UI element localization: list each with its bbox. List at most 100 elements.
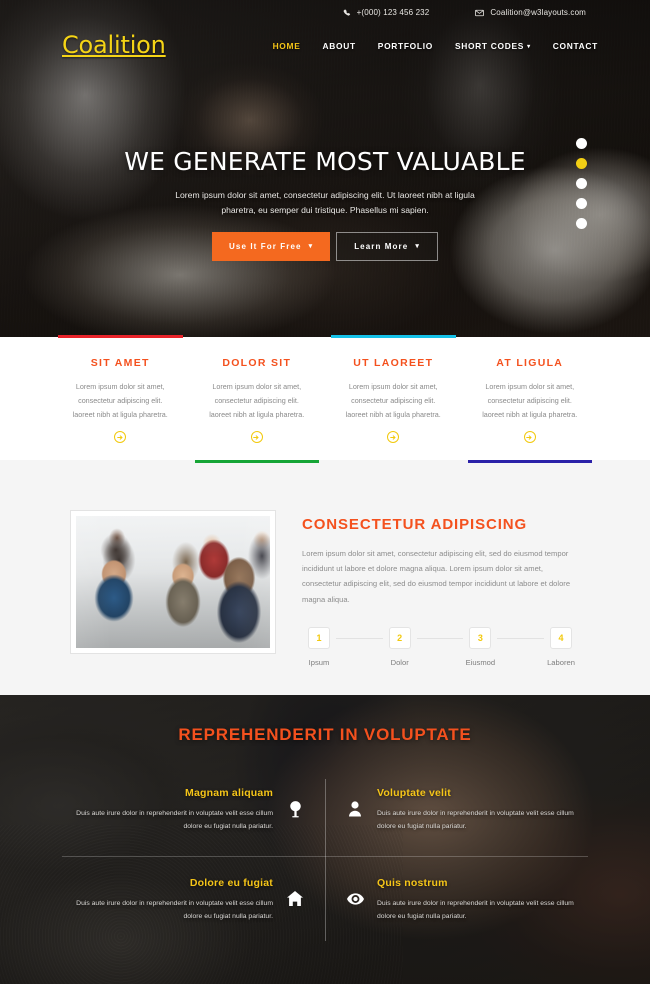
step-item-3: 3 Eiusmod — [463, 626, 497, 667]
nav-item-short-codes[interactable]: SHORT CODES ▾ — [455, 41, 531, 51]
feature-text-block-3: Dolore eu fugiat Duis aute irure dolor i… — [62, 877, 273, 924]
contact-email[interactable]: Coalition@w3layouts.com — [475, 8, 586, 17]
arrow-right-circle-icon[interactable] — [250, 431, 263, 444]
feature-heading-3: Dolore eu fugiat — [189, 876, 273, 889]
slider-dot-1[interactable] — [576, 138, 587, 149]
feature-paragraph-3: Duis aute irure dolor in reprehenderit i… — [76, 899, 273, 920]
feature-item-4: Quis nostrum Duis aute irure dolor in re… — [325, 855, 588, 946]
feature-heading-2: Voluptate velit — [377, 787, 451, 799]
contact-phone-text: +(000) 123 456 232 — [356, 8, 430, 17]
about-title: CONSECTETUR ADIPISCING — [302, 516, 528, 533]
landing-page: +(000) 123 456 232 Coalition@w3layouts.c… — [0, 0, 650, 984]
step-label-2: Dolor — [390, 657, 409, 667]
contact-phone[interactable]: +(000) 123 456 232 — [343, 8, 430, 17]
service-text-1: Lorem ipsum dolor sit amet, consectetur … — [72, 382, 168, 420]
arrow-right-circle-icon[interactable] — [523, 431, 536, 444]
nav-item-contact[interactable]: CONTACT — [553, 41, 598, 51]
service-text-2: Lorem ipsum dolor sit amet, consectetur … — [209, 382, 305, 420]
step-label-1: Ipsum — [308, 657, 330, 667]
slider-dot-2[interactable] — [576, 158, 587, 169]
step-number-2[interactable]: 2 — [388, 626, 411, 649]
service-title-1: SIT AMET — [90, 357, 150, 369]
contact-email-text: Coalition@w3layouts.com — [490, 8, 586, 17]
features-section: REPREHENDERIT IN VOLUPTATE Magnam aliqua… — [0, 695, 650, 984]
step-item-2: 2 Dolor — [383, 626, 417, 667]
feature-text-block-2: Voluptate velit Duis aute irure dolor in… — [377, 787, 588, 834]
service-text-4: Lorem ipsum dolor sit amet, consectetur … — [482, 382, 578, 420]
home-icon — [285, 887, 305, 911]
step-connector-2 — [416, 637, 464, 639]
service-text-3: Lorem ipsum dolor sit amet, consectetur … — [345, 382, 441, 420]
service-accent-bar-1 — [58, 335, 183, 338]
steps-list: 1 Ipsum 2 Dolor 3 Eiusmod 4 Laboren — [302, 626, 584, 667]
service-title-2: DOLOR SIT — [222, 357, 292, 369]
envelope-icon — [475, 9, 485, 17]
feature-paragraph-4: Duis aute irure dolor in reprehenderit i… — [377, 899, 574, 920]
step-label-3: Eiusmod — [465, 657, 496, 667]
chevron-down-icon: ▾ — [527, 44, 531, 51]
feature-paragraph-1: Duis aute irure dolor in reprehenderit i… — [76, 810, 273, 831]
feature-heading-1: Magnam aliquam — [185, 787, 273, 799]
step-item-1: 1 Ipsum — [302, 626, 336, 667]
chevron-down-icon: ▾ — [308, 243, 314, 251]
features-title: REPREHENDERIT IN VOLUPTATE — [178, 725, 472, 744]
nav-item-home[interactable]: HOME — [273, 41, 301, 51]
slider-dot-4[interactable] — [576, 198, 587, 209]
feature-paragraph-2: Duis aute irure dolor in reprehenderit i… — [377, 810, 574, 831]
service-card-4: AT LIGULA Lorem ipsum dolor sit amet, co… — [462, 337, 599, 463]
nav-links: HOME ABOUT PORTFOLIO SHORT CODES ▾ CONTAC… — [273, 41, 598, 51]
service-card-1: SIT AMET Lorem ipsum dolor sit amet, con… — [52, 335, 189, 460]
feature-heading-4: Quis nostrum — [377, 876, 448, 889]
service-card-2: DOLOR SIT Lorem ipsum dolor sit amet, co… — [189, 337, 326, 463]
hero-subtitle: Lorem ipsum dolor sit amet, consectetur … — [175, 189, 475, 215]
features-vertical-divider — [325, 779, 326, 941]
step-number-4[interactable]: 4 — [550, 626, 573, 649]
hero-title: WE GENERATE MOST VALUABLE — [124, 147, 526, 176]
main-navigation: Coalition HOME ABOUT PORTFOLIO SHORT COD… — [0, 28, 650, 70]
nav-item-portfolio[interactable]: PORTFOLIO — [378, 41, 433, 51]
service-accent-bar-4 — [467, 460, 592, 463]
services-section: SIT AMET Lorem ipsum dolor sit amet, con… — [0, 335, 650, 463]
eye-icon — [345, 887, 365, 911]
nav-item-short-codes-label: SHORT CODES — [454, 41, 525, 51]
about-image-frame — [70, 510, 276, 654]
slider-dot-3[interactable] — [576, 178, 587, 189]
about-image — [76, 516, 270, 648]
top-contact-bar: +(000) 123 456 232 Coalition@w3layouts.c… — [0, 0, 650, 25]
use-it-for-free-button[interactable]: Use It For Free ▾ — [212, 231, 331, 261]
service-title-3: UT LAOREET — [353, 357, 434, 369]
tree-icon — [285, 797, 305, 821]
service-title-4: AT LIGULA — [496, 357, 564, 369]
about-body: CONSECTETUR ADIPISCING Lorem ipsum dolor… — [302, 510, 584, 667]
hero-section: +(000) 123 456 232 Coalition@w3layouts.c… — [0, 0, 650, 337]
hero-content: WE GENERATE MOST VALUABLE Lorem ipsum do… — [0, 148, 650, 261]
step-connector-3 — [497, 637, 545, 639]
feature-item-3: Dolore eu fugiat Duis aute irure dolor i… — [62, 855, 325, 946]
phone-icon — [343, 8, 351, 17]
feature-text-block-4: Quis nostrum Duis aute irure dolor in re… — [377, 877, 588, 924]
learn-more-button[interactable]: Learn More ▾ — [336, 231, 438, 261]
feature-item-2: Voluptate velit Duis aute irure dolor in… — [325, 775, 588, 856]
service-accent-bar-3 — [331, 335, 456, 338]
site-logo[interactable]: Coalition — [62, 31, 166, 59]
use-it-for-free-label: Use It For Free — [229, 241, 302, 251]
service-accent-bar-2 — [194, 460, 319, 463]
step-label-4: Laboren — [547, 657, 575, 667]
step-number-3[interactable]: 3 — [469, 626, 492, 649]
features-inner: REPREHENDERIT IN VOLUPTATE Magnam aliqua… — [0, 695, 650, 945]
slider-dots — [576, 138, 587, 229]
features-grid: Magnam aliquam Duis aute irure dolor in … — [62, 775, 588, 945]
arrow-right-circle-icon[interactable] — [387, 431, 400, 444]
slider-dot-5[interactable] — [576, 218, 587, 229]
chevron-down-icon: ▾ — [415, 243, 420, 251]
arrow-right-circle-icon[interactable] — [114, 431, 127, 444]
about-text: Lorem ipsum dolor sit amet, consectetur … — [302, 549, 571, 604]
step-connector-1 — [336, 637, 383, 639]
step-number-1[interactable]: 1 — [308, 626, 330, 649]
user-icon — [345, 797, 365, 821]
nav-item-about[interactable]: ABOUT — [323, 41, 356, 51]
service-card-3: UT LAOREET Lorem ipsum dolor sit amet, c… — [325, 335, 462, 460]
about-section: CONSECTETUR ADIPISCING Lorem ipsum dolor… — [0, 460, 650, 695]
feature-text-block-1: Magnam aliquam Duis aute irure dolor in … — [62, 787, 273, 834]
hero-buttons: Use It For Free ▾ Learn More ▾ — [120, 231, 530, 261]
